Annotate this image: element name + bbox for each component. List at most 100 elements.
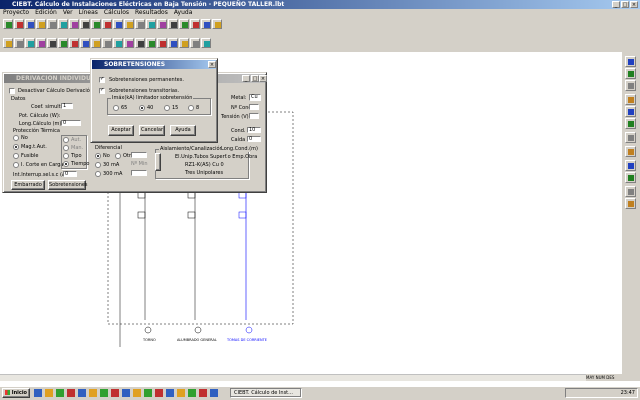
quicklaunch-icon[interactable] <box>166 389 174 397</box>
toolbar-button[interactable] <box>91 38 101 48</box>
side-tool-button[interactable] <box>625 132 636 143</box>
permanentes-checkbox[interactable]: ✓ <box>99 76 105 83</box>
prot-fusible-radio[interactable] <box>13 153 19 159</box>
toolbar-button[interactable] <box>25 38 35 48</box>
toolbar-button[interactable] <box>179 19 189 29</box>
imax-65-radio[interactable] <box>113 105 119 111</box>
side-tool-button[interactable] <box>625 146 636 157</box>
toolbar-button[interactable] <box>146 38 156 48</box>
toolbar-button[interactable] <box>113 19 123 29</box>
toolbar-button[interactable] <box>58 19 68 29</box>
toolbar-button[interactable] <box>146 19 156 29</box>
ayuda-button[interactable]: Ayuda <box>170 125 196 136</box>
toolbar-button[interactable] <box>102 19 112 29</box>
coef-input[interactable]: 1 <box>61 103 73 109</box>
tipo-tiempo-radio[interactable] <box>63 161 69 167</box>
toolbar-button[interactable] <box>168 19 178 29</box>
dif-no-radio[interactable] <box>95 153 101 159</box>
prot-corte-radio[interactable] <box>13 162 19 168</box>
dif-sens-input[interactable] <box>131 170 147 176</box>
side-tool-button[interactable] <box>625 160 636 171</box>
toolbar-button[interactable] <box>25 19 35 29</box>
bt-input[interactable]: 0 <box>63 171 77 177</box>
side-tool-button[interactable] <box>625 172 636 183</box>
toolbar-button[interactable] <box>47 38 57 48</box>
menu-calculos[interactable]: Cálculos <box>104 9 129 16</box>
side-tool-button[interactable] <box>625 94 636 105</box>
quicklaunch-icon[interactable] <box>188 389 196 397</box>
side-tool-button[interactable] <box>625 118 636 129</box>
quicklaunch-icon[interactable] <box>122 389 130 397</box>
quicklaunch-icon[interactable] <box>133 389 141 397</box>
toolbar-button[interactable] <box>135 38 145 48</box>
quicklaunch-icon[interactable] <box>45 389 53 397</box>
toolbar-button[interactable] <box>69 19 79 29</box>
toolbar-button[interactable] <box>58 38 68 48</box>
caida-input[interactable]: 0 <box>247 136 261 142</box>
quicklaunch-icon[interactable] <box>144 389 152 397</box>
quicklaunch-icon[interactable] <box>34 389 42 397</box>
horizontal-scrollbar[interactable] <box>0 374 586 381</box>
cond-input[interactable]: 10 <box>247 127 261 133</box>
tipo-man-radio[interactable] <box>63 145 69 151</box>
toolbar-button[interactable] <box>190 19 200 29</box>
toolbar-button[interactable] <box>80 19 90 29</box>
derivacion-close[interactable]: × <box>259 75 267 82</box>
quicklaunch-icon[interactable] <box>100 389 108 397</box>
menu-edicion[interactable]: Edición <box>35 9 57 16</box>
toolbar-button[interactable] <box>69 38 79 48</box>
dif-300-radio[interactable] <box>95 171 101 177</box>
menu-lineas[interactable]: Líneas <box>79 9 98 16</box>
imax-15-radio[interactable] <box>164 105 170 111</box>
desactivar-checkbox[interactable] <box>9 88 15 94</box>
imax-8-radio[interactable] <box>188 105 194 111</box>
cancelar-button[interactable]: Cancelar <box>139 125 165 136</box>
menu-proyecto[interactable]: Proyecto <box>3 9 29 16</box>
toolbar-button[interactable] <box>190 38 200 48</box>
toolbar-button[interactable] <box>14 38 24 48</box>
derivacion-min[interactable]: _ <box>242 75 250 82</box>
ncond-input[interactable] <box>249 104 259 110</box>
quicklaunch-icon[interactable] <box>111 389 119 397</box>
metal-select[interactable]: Cu <box>249 94 261 101</box>
quicklaunch-icon[interactable] <box>177 389 185 397</box>
toolbar-button[interactable] <box>135 19 145 29</box>
quicklaunch-icon[interactable] <box>155 389 163 397</box>
toolbar-button[interactable] <box>124 19 134 29</box>
toolbar-button[interactable] <box>113 38 123 48</box>
dif-30-radio[interactable] <box>95 162 101 168</box>
quicklaunch-icon[interactable] <box>78 389 86 397</box>
sobretensiones-close[interactable]: × <box>208 61 216 68</box>
toolbar-button[interactable] <box>91 19 101 29</box>
tipo-tipo-radio[interactable] <box>63 153 69 159</box>
tipo-aut-radio[interactable] <box>63 137 69 143</box>
toolbar-button[interactable] <box>36 38 46 48</box>
task-ciebt[interactable]: CIEBT. Cálculo de Inst... <box>230 388 302 398</box>
quicklaunch-icon[interactable] <box>199 389 207 397</box>
toolbar-button[interactable] <box>47 19 57 29</box>
side-tool-button[interactable] <box>625 186 636 197</box>
embarrado-button[interactable]: Embarrado <box>11 180 45 190</box>
prot-mag-radio[interactable] <box>13 144 19 150</box>
toolbar-button[interactable] <box>36 19 46 29</box>
derivacion-max[interactable]: □ <box>251 75 259 82</box>
transitorias-checkbox[interactable]: ✓ <box>99 87 105 94</box>
side-tool-button[interactable] <box>625 198 636 209</box>
toolbar-button[interactable] <box>14 19 24 29</box>
toolbar-button[interactable] <box>3 19 13 29</box>
side-tool-button[interactable] <box>625 56 636 67</box>
toolbar-button[interactable] <box>157 19 167 29</box>
maximize-button[interactable]: □ <box>621 1 629 8</box>
sobretensiones-button[interactable]: Sobretensiones <box>48 180 88 190</box>
toolbar-button[interactable] <box>179 38 189 48</box>
toolbar-button[interactable] <box>201 38 211 48</box>
side-tool-button[interactable] <box>625 106 636 117</box>
toolbar-button[interactable] <box>212 19 222 29</box>
toolbar-button[interactable] <box>3 38 13 48</box>
minimize-button[interactable]: _ <box>612 1 620 8</box>
quicklaunch-icon[interactable] <box>210 389 218 397</box>
dif-otro-radio[interactable] <box>115 153 121 159</box>
toolbar-button[interactable] <box>168 38 178 48</box>
toolbar-button[interactable] <box>102 38 112 48</box>
dif-idif-input[interactable] <box>131 152 147 158</box>
